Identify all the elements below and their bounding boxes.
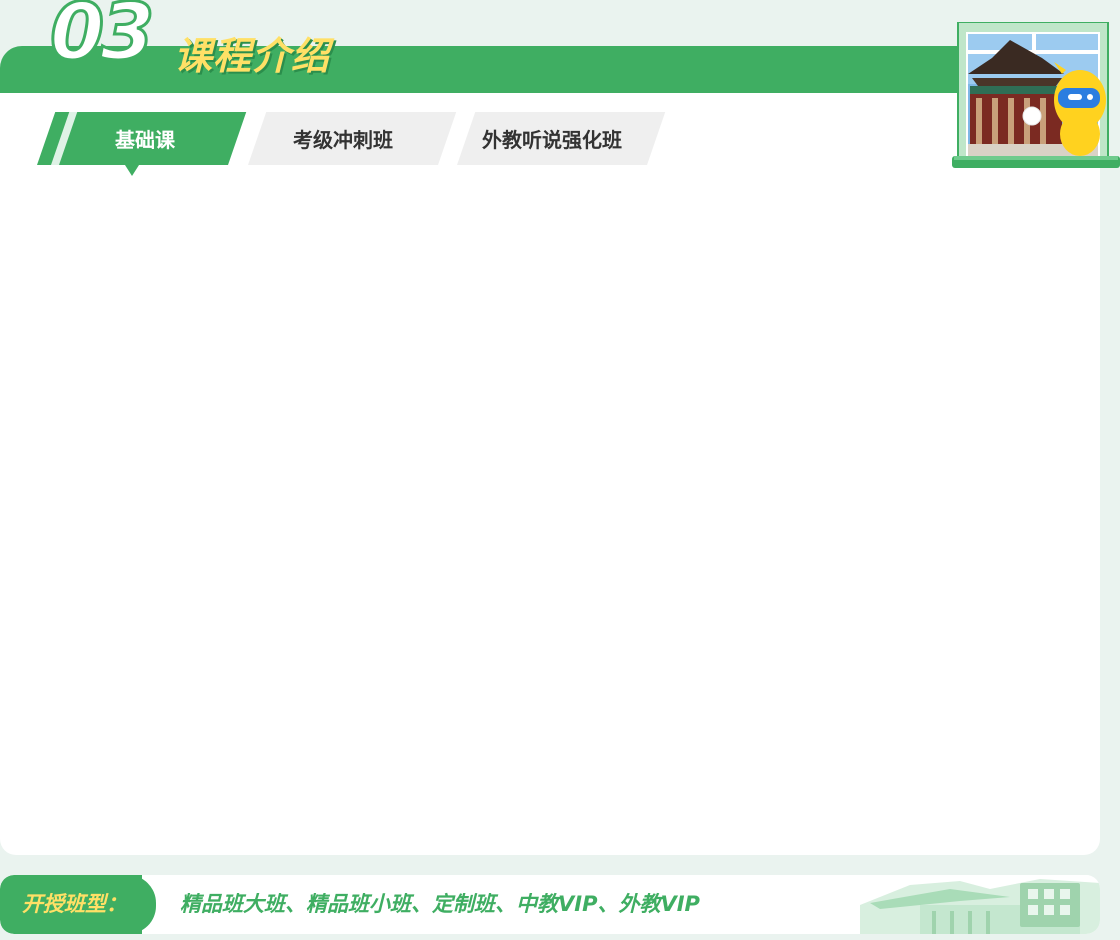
tab-basic-course[interactable]: 基础课 [62, 112, 247, 176]
window-palace-mascot-illustration [952, 22, 1120, 168]
content-panel [0, 93, 1100, 855]
tab-label: 基础课 [115, 128, 175, 152]
class-types-list: 精品班大班、精品班小班、定制班、中教VIP、外教VIP [180, 892, 700, 916]
palace-building-decoration [840, 875, 1100, 934]
tab-exam-sprint-class[interactable]: 考级冲刺班 [248, 112, 457, 165]
tab-label: 考级冲刺班 [293, 128, 393, 152]
active-tab-caret-icon [125, 165, 139, 176]
section-title: 课程介绍 [174, 34, 331, 78]
class-types-label: 开授班型： [22, 892, 127, 916]
tab-native-speaking-class[interactable]: 外教听说强化班 [457, 112, 666, 165]
tab-label: 外教听说强化班 [482, 128, 622, 152]
class-types-bar: 开授班型： 精品班大班、精品班小班、定制班、中教VIP、外教VIP [0, 875, 1100, 934]
section-number: 03 [49, 0, 157, 78]
